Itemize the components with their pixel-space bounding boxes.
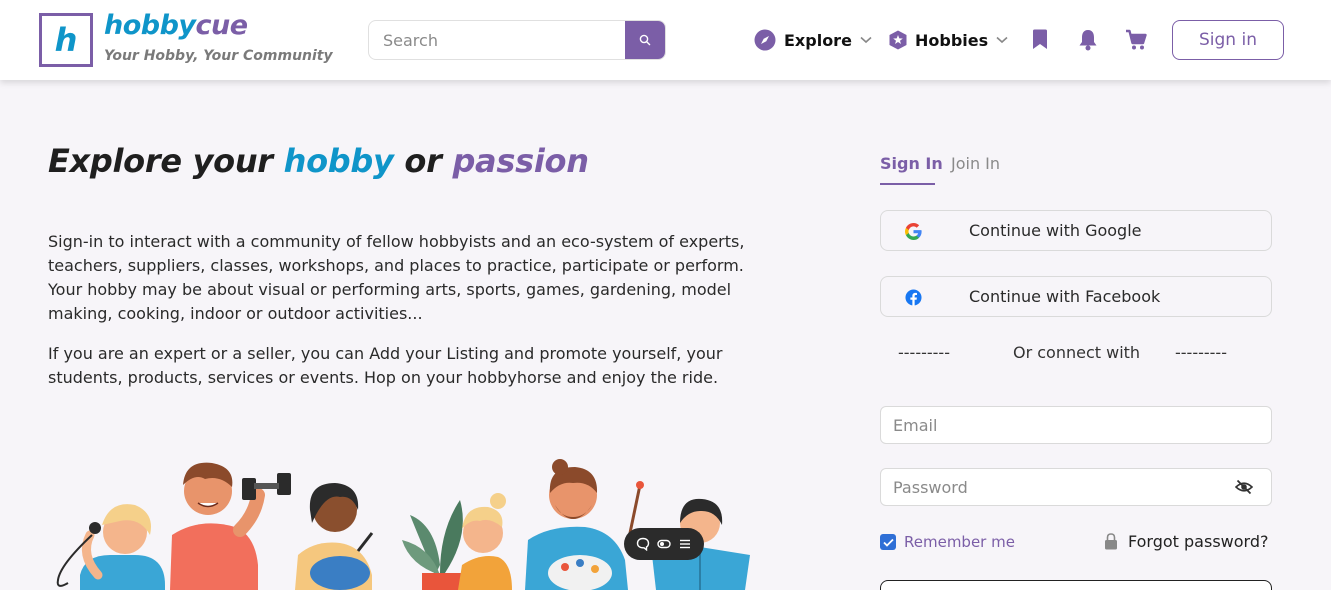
google-signin-button[interactable]: Continue with Google [880, 210, 1272, 251]
artist-figure [525, 459, 644, 590]
plant-figure [402, 500, 470, 590]
nav-hobbies-label: Hobbies [915, 30, 989, 50]
chevron-down-icon [860, 36, 872, 44]
tab-join-in[interactable]: Join In [951, 154, 1000, 173]
logo-wordmark[interactable]: hobbycue [104, 10, 248, 41]
email-field[interactable] [881, 407, 1271, 443]
hexagon-star-icon [889, 30, 907, 50]
checkmark-icon [882, 538, 894, 547]
comment-icon[interactable] [636, 537, 650, 551]
password-field[interactable] [881, 469, 1271, 505]
logo-mark[interactable]: h [39, 13, 93, 67]
floating-toolbar [624, 528, 704, 560]
header-signin-button[interactable]: Sign in [1172, 20, 1284, 60]
hobbyists-illustration [56, 459, 750, 590]
list-icon[interactable] [678, 537, 692, 551]
hero-title-passion: passion [452, 142, 589, 180]
forgot-password-label: Forgot password? [1128, 532, 1269, 551]
compass-icon [754, 29, 776, 51]
hero-title-part3: or [393, 142, 453, 180]
divider-left: --------- [898, 343, 950, 362]
singer-figure [56, 504, 165, 590]
eye-slash-icon[interactable] [1235, 478, 1253, 496]
search-button[interactable] [625, 21, 665, 59]
continue-button[interactable] [880, 580, 1272, 590]
hero-title: Explore your hobby or passion [48, 142, 589, 180]
hero-paragraph-2: If you are an expert or a seller, you ca… [48, 344, 723, 387]
google-signin-label: Continue with Google [969, 221, 1142, 240]
logo-tagline: Your Hobby, Your Community [104, 48, 333, 64]
remember-me[interactable]: Remember me [880, 533, 1015, 551]
hero-title-part1: Explore your [48, 142, 284, 180]
remember-me-checkbox[interactable] [880, 534, 896, 550]
cart-icon[interactable] [1125, 29, 1147, 51]
forgot-password-link[interactable]: Forgot password? [1104, 532, 1268, 551]
logo-name-part2: cue [195, 10, 249, 41]
logo-name-part1: hobby [104, 10, 196, 41]
password-field-wrapper [880, 468, 1272, 506]
toggle-icon[interactable] [657, 537, 671, 551]
tab-sign-in[interactable]: Sign In [880, 154, 943, 173]
divider-text: Or connect with [1013, 343, 1141, 362]
nav-explore[interactable]: Explore [754, 28, 872, 52]
facebook-signin-button[interactable]: Continue with Facebook [880, 276, 1272, 317]
remember-me-label: Remember me [904, 533, 1015, 551]
chevron-down-icon [996, 36, 1008, 44]
bookmark-icon[interactable] [1032, 29, 1048, 50]
email-field-wrapper [880, 406, 1272, 444]
nav-hobbies[interactable]: Hobbies [889, 28, 1008, 52]
divider-right: --------- [1175, 343, 1227, 362]
hero-paragraph-1: Sign-in to interact with a community of … [48, 232, 745, 323]
bell-icon[interactable] [1078, 29, 1098, 51]
active-tab-underline [880, 183, 935, 185]
nav-explore-label: Explore [784, 30, 852, 50]
hero-title-hobby: hobby [283, 142, 394, 180]
top-navbar: h hobbycue Your Hobby, Your Community Ex… [0, 0, 1331, 80]
girl-figure [458, 493, 512, 590]
facebook-signin-label: Continue with Facebook [969, 287, 1161, 306]
painter-figure [295, 483, 374, 590]
search-bar [368, 20, 666, 60]
lock-icon [1105, 533, 1117, 550]
facebook-icon [905, 289, 922, 306]
logo-letter: h [54, 21, 78, 59]
weightlifter-figure [170, 462, 291, 590]
search-input[interactable] [369, 21, 627, 59]
search-icon [639, 34, 651, 46]
or-connect-divider: --------- Or connect with --------- [880, 343, 1272, 365]
google-icon [905, 223, 922, 240]
